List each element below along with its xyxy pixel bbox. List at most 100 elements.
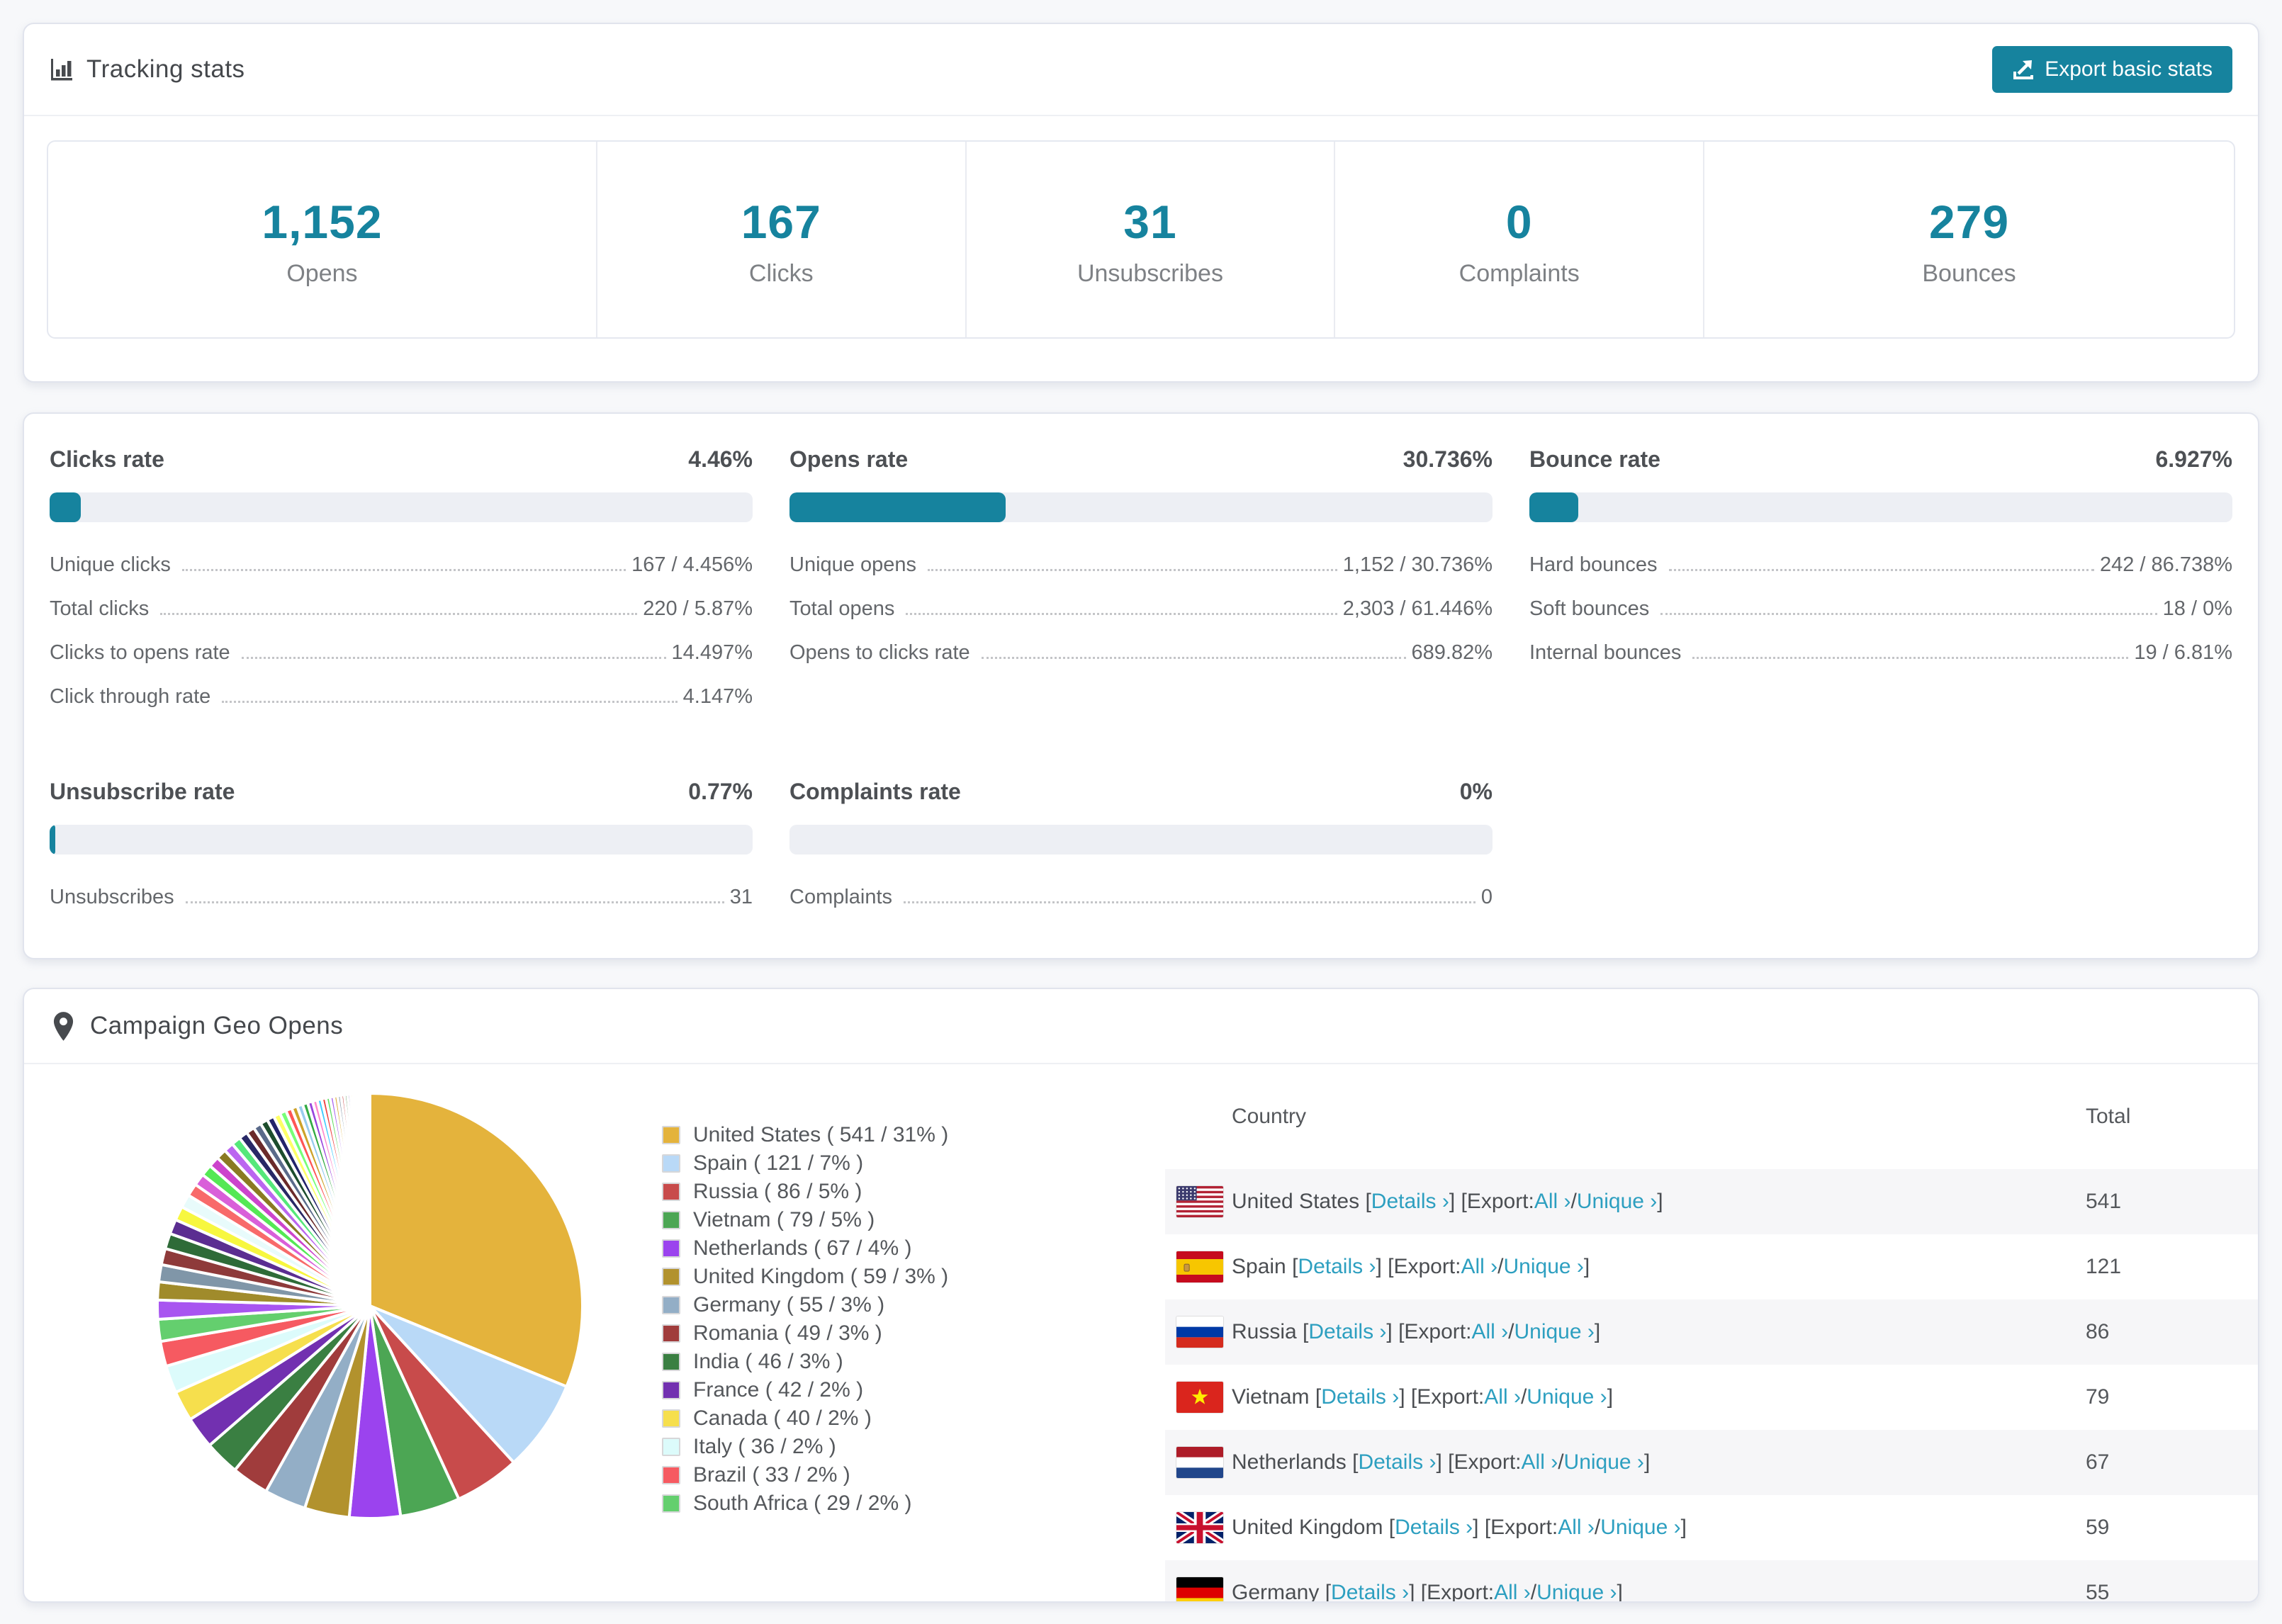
link-separator: / [1530, 1581, 1537, 1603]
stat-label: Clicks [748, 259, 814, 287]
bracket-close: ] [1594, 1320, 1601, 1343]
progress-bar [1529, 492, 2232, 522]
legend-label: Russia ( 86 / 5% ) [693, 1180, 862, 1203]
link-separator: / [1508, 1320, 1514, 1343]
details-link[interactable]: Details › [1321, 1385, 1399, 1409]
total-value: 541 [2086, 1190, 2122, 1213]
progress-bar-fill [789, 492, 1006, 522]
link-separator: / [1558, 1450, 1564, 1474]
bracket-close: ] [1643, 1450, 1651, 1474]
details-link[interactable]: Details › [1371, 1190, 1449, 1214]
rates-grid: Clicks rate 4.46% Unique clicks 167 / 4.456… [50, 446, 2232, 928]
export-unique-link[interactable]: Unique › [1514, 1320, 1594, 1344]
details-link[interactable]: Details › [1308, 1320, 1386, 1344]
legend-label: South Africa ( 29 / 2% ) [693, 1492, 912, 1515]
dotted-leader [185, 901, 724, 903]
table-row-gb: United Kingdom [Details ›] [Export: All … [1165, 1495, 2258, 1560]
bracket-close: ] [1657, 1190, 1663, 1213]
rate-block-clicks-rate: Clicks rate 4.46% Unique clicks 167 / 4.456… [50, 446, 753, 728]
rate-detail-row: Unique opens 1,152 / 30.736% [789, 552, 1493, 577]
country-name: Spain [ [1232, 1255, 1298, 1278]
table-row-ru: Russia [Details ›] [Export: All › / Uniq… [1165, 1299, 2258, 1365]
rate-value: 6.927% [2155, 446, 2232, 472]
legend-label: Canada ( 40 / 2% ) [693, 1406, 872, 1430]
rate-block-complaints-rate: Complaints rate 0% Complaints 0 [789, 779, 1493, 928]
total-value: 67 [2086, 1450, 2110, 1474]
export-label: ] [Export: [1436, 1450, 1522, 1474]
detail-value: 0 [1480, 886, 1493, 908]
detail-value: 689.82% [1411, 641, 1493, 664]
export-icon [2012, 58, 2035, 81]
details-link[interactable]: Details › [1331, 1581, 1409, 1601]
geo-opens-pie-chart [24, 1064, 662, 1524]
progress-bar [789, 492, 1493, 522]
export-all-link[interactable]: All › [1522, 1450, 1558, 1474]
rate-title: Opens rate [789, 446, 909, 472]
detail-value: 220 / 5.87% [643, 597, 753, 620]
export-unique-link[interactable]: Unique › [1577, 1190, 1657, 1214]
legend-label: United States ( 541 / 31% ) [693, 1123, 949, 1146]
legend-label: Spain ( 121 / 7% ) [693, 1151, 864, 1175]
details-link[interactable]: Details › [1358, 1450, 1436, 1474]
export-unique-link[interactable]: Unique › [1600, 1516, 1680, 1540]
export-label: ] [Export: [1386, 1320, 1472, 1343]
bracket-close: ] [1607, 1385, 1614, 1409]
legend-label: Brazil ( 33 / 2% ) [693, 1463, 850, 1487]
page-title: Tracking stats [86, 55, 245, 83]
detail-value: 1,152 / 30.736% [1342, 553, 1493, 576]
legend-item-ru: Russia ( 86 / 5% ) [662, 1178, 1165, 1206]
detail-value: 242 / 86.738% [2099, 553, 2232, 576]
geo-opens-table: Country Total United States [Details ›] … [1165, 1064, 2258, 1603]
country-column-header: Country [1232, 1105, 1307, 1128]
legend-item-de: Germany ( 55 / 3% ) [662, 1291, 1165, 1319]
dotted-leader [181, 569, 626, 571]
campaign-geo-opens-header: Campaign Geo Opens [24, 989, 2258, 1064]
export-all-link[interactable]: All › [1484, 1385, 1521, 1409]
legend-label: Italy ( 36 / 2% ) [693, 1435, 836, 1458]
export-label: ] [Export: [1449, 1190, 1534, 1213]
detail-value: 2,303 / 61.446% [1342, 597, 1493, 620]
country-cell: Netherlands [Details ›] [Export: All › /… [1176, 1447, 2086, 1478]
link-separator: / [1570, 1190, 1577, 1213]
stat-cell-bounces: 279 Bounces [1703, 142, 2234, 337]
export-all-link[interactable]: All › [1534, 1190, 1571, 1214]
legend-swatch [662, 1268, 680, 1286]
stat-label: Bounces [1922, 259, 2016, 287]
progress-bar [50, 492, 753, 522]
legend-item-it: Italy ( 36 / 2% ) [662, 1433, 1165, 1461]
link-separator: / [1594, 1516, 1601, 1539]
rate-title: Unsubscribe rate [50, 779, 235, 804]
map-pin-icon [52, 1011, 74, 1042]
legend-label: Vietnam ( 79 / 5% ) [693, 1208, 875, 1231]
legend-item-in: India ( 46 / 3% ) [662, 1348, 1165, 1376]
country-cell: Vietnam [Details ›] [Export: All › / Uni… [1176, 1382, 2086, 1413]
rate-detail-row: Total clicks 220 / 5.87% [50, 596, 753, 621]
detail-value: 31 [729, 886, 753, 908]
export-all-link[interactable]: All › [1494, 1581, 1531, 1601]
legend-label: India ( 46 / 3% ) [693, 1350, 843, 1373]
rate-block-bounce-rate: Bounce rate 6.927% Hard bounces 242 / 86.73… [1529, 446, 2232, 728]
export-all-link[interactable]: All › [1461, 1255, 1497, 1279]
export-unique-link[interactable]: Unique › [1536, 1581, 1617, 1601]
export-unique-link[interactable]: Unique › [1527, 1385, 1607, 1409]
dotted-leader [981, 657, 1406, 659]
country-cell: United Kingdom [Details ›] [Export: All … [1176, 1512, 2086, 1543]
gb-flag-icon [1176, 1512, 1223, 1543]
export-unique-link[interactable]: Unique › [1504, 1255, 1584, 1279]
export-button-label: Export basic stats [2045, 57, 2213, 81]
details-link[interactable]: Details › [1395, 1516, 1473, 1540]
detail-label: Clicks to opens rate [50, 641, 230, 664]
geo-table-rows: United States [Details ›] [Export: All ›… [1165, 1169, 2258, 1603]
export-unique-link[interactable]: Unique › [1564, 1450, 1644, 1474]
legend-label: Netherlands ( 67 / 4% ) [693, 1236, 912, 1260]
export-all-link[interactable]: All › [1471, 1320, 1508, 1344]
details-link[interactable]: Details › [1298, 1255, 1376, 1279]
dotted-leader [160, 613, 638, 615]
tracking-stats-card: Tracking stats Export basic stats 1,152 O… [23, 23, 2259, 383]
legend-swatch [662, 1494, 680, 1513]
rate-block-unsubscribe-rate: Unsubscribe rate 0.77% Unsubscribes 31 [50, 779, 753, 928]
campaign-geo-opens-title: Campaign Geo Opens [90, 1012, 344, 1039]
rate-title: Bounce rate [1529, 446, 1660, 472]
export-all-link[interactable]: All › [1558, 1516, 1595, 1540]
export-basic-stats-button[interactable]: Export basic stats [1992, 46, 2232, 93]
